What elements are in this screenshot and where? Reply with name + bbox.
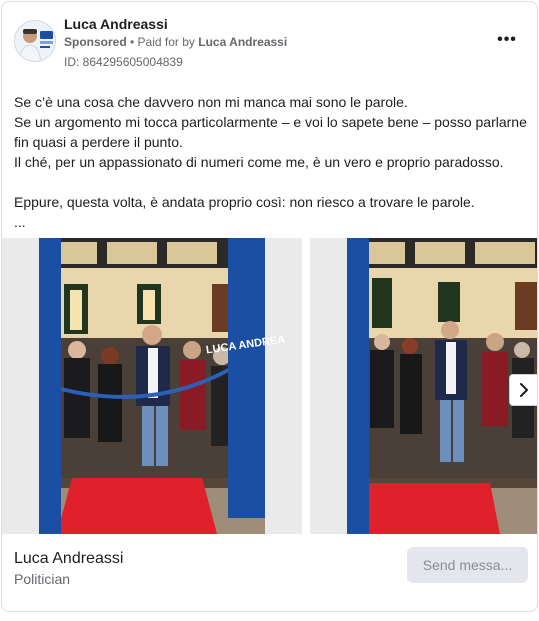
ad-id: ID: 864295605004839 [64, 55, 183, 69]
sponsored-line: Sponsored • Paid for by Luca Andreassi [64, 35, 287, 49]
author-avatar[interactable] [14, 20, 56, 62]
sponsored-label: Sponsored [64, 35, 127, 49]
body-line: Se c’è una cosa che davvero non mi manca… [14, 94, 408, 110]
image-carousel[interactable]: LUCA ANDREA [2, 238, 537, 534]
author-name[interactable]: Luca Andreassi [64, 16, 168, 32]
body-line: Eppure, questa volta, è andata proprio c… [14, 194, 475, 210]
page-category: Politician [14, 571, 71, 587]
page-name[interactable]: Luca Andreassi [14, 550, 123, 568]
more-options-button[interactable]: ••• [493, 30, 521, 54]
more-options-icon: ••• [497, 31, 517, 48]
paid-for-name: Luca Andreassi [198, 35, 288, 49]
carousel-next-button[interactable] [509, 374, 537, 406]
send-message-button[interactable]: Send messa... [407, 547, 528, 583]
ad-card: Luca Andreassi Sponsored • Paid for by L… [1, 1, 538, 612]
body-line: Il ché, per un appassionato di numeri co… [14, 154, 504, 170]
carousel-image-1[interactable]: LUCA ANDREA [2, 238, 302, 534]
see-more-ellipsis[interactable]: ... [14, 212, 529, 232]
body-line: Se un argomento mi tocca particolarmente… [14, 114, 527, 150]
meta-separator: • [126, 35, 138, 49]
chevron-right-icon [520, 383, 528, 397]
paid-for-prefix: Paid for by [137, 35, 199, 49]
ad-body-text: Se c’è una cosa che davvero non mi manca… [14, 92, 529, 232]
carousel-image-2[interactable] [310, 238, 537, 534]
